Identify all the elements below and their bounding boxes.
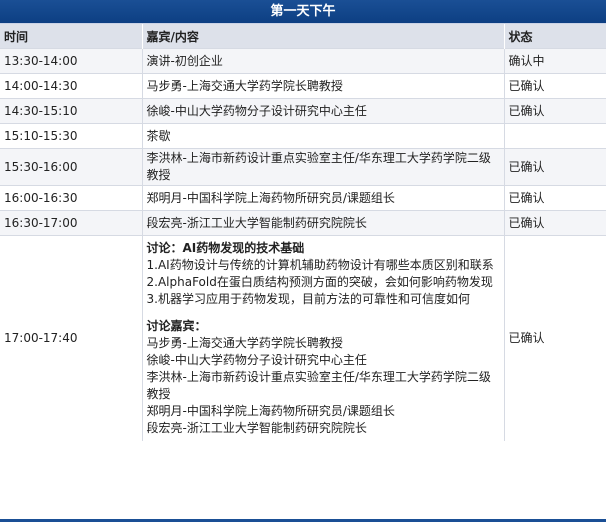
- row-status: [504, 123, 606, 149]
- table-row: 15:30-16:00 李洪林-上海市新药设计重点实验室主任/华东理工大学药学院…: [0, 148, 606, 186]
- row-time: 16:00-16:30: [0, 185, 143, 211]
- row-status: 已确认: [504, 235, 606, 441]
- row-content: 李洪林-上海市新药设计重点实验室主任/华东理工大学药学院二级教授: [142, 148, 505, 186]
- row-status: 已确认: [504, 210, 606, 236]
- row-time: 15:10-15:30: [0, 123, 143, 149]
- discussion-content: 讨论：AI药物发现的技术基础 1.AI药物设计与传统的计算机辅助药物设计有哪些本…: [142, 235, 505, 441]
- discussion-topic-title: 讨论：AI药物发现的技术基础: [146, 241, 305, 255]
- row-content: 徐峻-中山大学药物分子设计研究中心主任: [142, 98, 505, 124]
- table-row: 14:00-14:30 马步勇-上海交通大学药学院长聘教授 已确认: [0, 73, 606, 99]
- discussion-guest: 徐峻-中山大学药物分子设计研究中心主任: [146, 353, 367, 367]
- row-content: 郑明月-中国科学院上海药物所研究员/课题组长: [142, 185, 505, 211]
- row-status: 已确认: [504, 73, 606, 99]
- table-row: 15:10-15:30 茶歇: [0, 123, 606, 149]
- discussion-topic: 2.AlphaFold在蛋白质结构预测方面的突破，会如何影响药物发现: [146, 275, 493, 289]
- row-content: 演讲-初创企业: [142, 48, 505, 74]
- row-status: 已确认: [504, 185, 606, 211]
- header-content: 嘉宾/内容: [142, 24, 505, 49]
- table-row: 16:30-17:00 段宏亮-浙江工业大学智能制药研究院院长 已确认: [0, 210, 606, 236]
- table-row: 16:00-16:30 郑明月-中国科学院上海药物所研究员/课题组长 已确认: [0, 185, 606, 211]
- discussion-topic: 3.机器学习应用于药物发现，目前方法的可靠性和可信度如何: [146, 292, 470, 306]
- discussion-topic: 1.AI药物设计与传统的计算机辅助药物设计有哪些本质区别和联系: [146, 258, 494, 272]
- header-time: 时间: [0, 24, 143, 49]
- discussion-guest: 李洪林-上海市新药设计重点实验室主任/华东理工大学药学院二级教授: [146, 370, 491, 401]
- header-status: 状态: [504, 24, 606, 49]
- table-row: 13:30-14:00 演讲-初创企业 确认中: [0, 48, 606, 74]
- discussion-guests-title: 讨论嘉宾：: [146, 319, 207, 333]
- discussion-guest: 马步勇-上海交通大学药学院长聘教授: [146, 336, 343, 350]
- row-time: 14:30-15:10: [0, 98, 143, 124]
- row-content: 马步勇-上海交通大学药学院长聘教授: [142, 73, 505, 99]
- row-status: 确认中: [504, 48, 606, 74]
- table-header-row: 时间 嘉宾/内容 状态: [0, 24, 606, 49]
- discussion-guest: 段宏亮-浙江工业大学智能制药研究院院长: [146, 421, 367, 435]
- table-row: 14:30-15:10 徐峻-中山大学药物分子设计研究中心主任 已确认: [0, 98, 606, 124]
- row-content: 段宏亮-浙江工业大学智能制药研究院院长: [142, 210, 505, 236]
- row-time: 17:00-17:40: [0, 235, 143, 441]
- schedule-title: 第一天下午: [0, 0, 606, 24]
- row-content: 茶歇: [142, 123, 505, 149]
- row-status: 已确认: [504, 148, 606, 186]
- schedule-table: 时间 嘉宾/内容 状态 13:30-14:00 演讲-初创企业 确认中 14:0…: [0, 24, 606, 441]
- row-time: 13:30-14:00: [0, 48, 143, 74]
- row-time: 15:30-16:00: [0, 148, 143, 186]
- row-time: 14:00-14:30: [0, 73, 143, 99]
- schedule-panel: 第一天下午 时间 嘉宾/内容 状态 13:30-14:00 演讲-初创企业 确认…: [0, 0, 606, 522]
- row-time: 16:30-17:00: [0, 210, 143, 236]
- row-status: 已确认: [504, 98, 606, 124]
- discussion-guest: 郑明月-中国科学院上海药物所研究员/课题组长: [146, 404, 395, 418]
- discussion-row: 17:00-17:40 讨论：AI药物发现的技术基础 1.AI药物设计与传统的计…: [0, 235, 606, 441]
